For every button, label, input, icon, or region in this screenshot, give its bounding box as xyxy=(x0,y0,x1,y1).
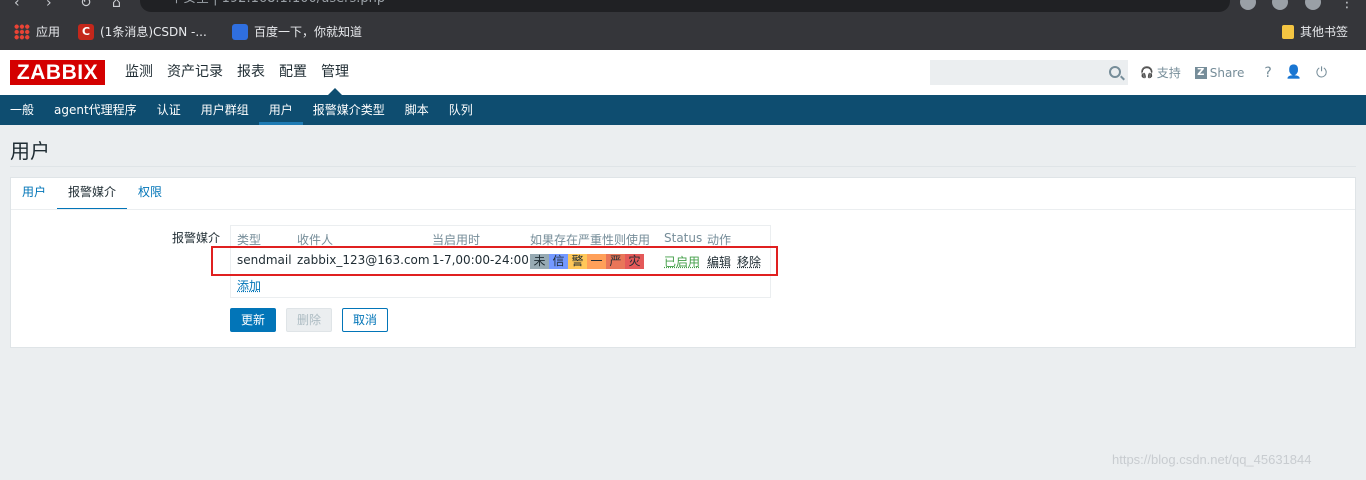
menu-configuration[interactable]: 配置 xyxy=(272,50,314,95)
bookmark-label: 其他书签 xyxy=(1300,25,1349,39)
add-media-link[interactable]: 添加 xyxy=(237,277,261,294)
column-header-status: Status xyxy=(664,231,703,245)
search-icon[interactable] xyxy=(1109,66,1121,78)
search-input[interactable] xyxy=(930,60,1128,85)
tab-permissions[interactable]: 权限 xyxy=(127,178,173,209)
forward-icon[interactable]: › xyxy=(46,0,52,11)
more-menu-icon[interactable]: ⋮ xyxy=(1340,0,1354,11)
cancel-button[interactable]: 取消 xyxy=(342,308,389,332)
app-header: ZABBIX 监测 资产记录 报表 配置 管理 🎧 支持 Z Share ? 👤… xyxy=(0,50,1366,95)
form-tabs: 用户 报警媒介 权限 xyxy=(11,178,173,210)
reload-icon[interactable]: ↻ xyxy=(80,0,92,11)
sign-out-icon[interactable]: ⏻ xyxy=(1316,65,1327,81)
divider xyxy=(10,166,1356,167)
subnav-media-types[interactable]: 报警媒介类型 xyxy=(303,95,395,125)
share-icon: Z xyxy=(1194,66,1207,79)
bookmark-label: 百度一下，你就知道 xyxy=(254,25,363,39)
subnav-general[interactable]: 一般 xyxy=(0,95,44,125)
watermark: https://blog.csdn.net/qq_45631844 xyxy=(1112,452,1312,467)
form-buttons: 更新 删除 取消 xyxy=(230,308,389,332)
tab-user[interactable]: 用户 xyxy=(11,178,57,209)
menu-reports[interactable]: 报表 xyxy=(230,50,272,95)
bookmark-label: 应用 xyxy=(36,25,61,39)
bookmarks-bar: 应用 C (1条消息)CSDN -... 百度一下，你就知道 其他书签 xyxy=(0,14,1366,50)
subnav-user-groups[interactable]: 用户群组 xyxy=(191,95,259,125)
folder-icon xyxy=(1282,24,1294,39)
subnav-users[interactable]: 用户 xyxy=(258,95,303,125)
user-profile-icon[interactable]: 👤 xyxy=(1286,65,1302,80)
bookmark-apps[interactable]: 应用 xyxy=(14,23,60,40)
home-icon[interactable]: ⌂ xyxy=(112,0,121,11)
subnav-authentication[interactable]: 认证 xyxy=(147,95,191,125)
bookmark-other[interactable]: 其他书签 xyxy=(1282,23,1348,40)
page-title: 用户 xyxy=(10,139,50,163)
delete-button: 删除 xyxy=(286,308,333,332)
tab-media[interactable]: 报警媒介 xyxy=(57,178,128,210)
update-button[interactable]: 更新 xyxy=(230,308,277,332)
divider xyxy=(11,209,1355,210)
csdn-icon: C xyxy=(78,23,94,40)
menu-inventory[interactable]: 资产记录 xyxy=(160,50,230,95)
apps-grid-icon xyxy=(14,23,30,40)
header-tools: 🎧 支持 Z Share ? 👤 ⏻ xyxy=(1140,50,1327,95)
bookmark-label: (1条消息)CSDN -... xyxy=(100,25,207,39)
sub-navigation: 一般 agent代理程序 认证 用户群组 用户 报警媒介类型 脚本 队列 xyxy=(0,95,1366,125)
subnav-queue[interactable]: 队列 xyxy=(439,95,483,125)
address-bar[interactable]: 不安全 | 192.168.1.100/users.php xyxy=(140,0,1230,12)
help-icon[interactable]: ? xyxy=(1264,65,1271,81)
back-icon[interactable]: ‹ xyxy=(14,0,20,11)
browser-toolbar: ‹ › ↻ ⌂ 不安全 | 192.168.1.100/users.php ⋮ xyxy=(0,0,1366,14)
share-label: Share xyxy=(1209,65,1245,80)
profile-icon[interactable] xyxy=(1305,0,1321,10)
menu-monitoring[interactable]: 监测 xyxy=(118,50,160,95)
menu-administration[interactable]: 管理 xyxy=(314,50,356,95)
bookmark-csdn[interactable]: C (1条消息)CSDN -... xyxy=(78,23,207,40)
zabbix-logo[interactable]: ZABBIX xyxy=(10,60,105,85)
subnav-scripts[interactable]: 脚本 xyxy=(395,95,439,125)
user-form-panel: 用户 报警媒介 权限 报警媒介 类型 收件人 当启用时 如果存在严重性则使用 S… xyxy=(10,177,1356,348)
bookmark-baidu[interactable]: 百度一下，你就知道 xyxy=(232,23,362,40)
share-link[interactable]: Z Share xyxy=(1194,65,1245,80)
puzzle-icon[interactable] xyxy=(1272,0,1288,10)
support-link[interactable]: 🎧 支持 xyxy=(1140,64,1181,81)
highlight-annotation xyxy=(211,246,778,276)
headset-icon: 🎧 xyxy=(1140,66,1154,79)
main-menu: 监测 资产记录 报表 配置 管理 xyxy=(118,50,356,95)
media-field-label: 报警媒介 xyxy=(172,231,221,245)
extension-icon[interactable] xyxy=(1240,0,1256,10)
subnav-proxies[interactable]: agent代理程序 xyxy=(44,95,147,125)
support-label: 支持 xyxy=(1156,66,1181,80)
baidu-paw-icon xyxy=(232,23,248,40)
